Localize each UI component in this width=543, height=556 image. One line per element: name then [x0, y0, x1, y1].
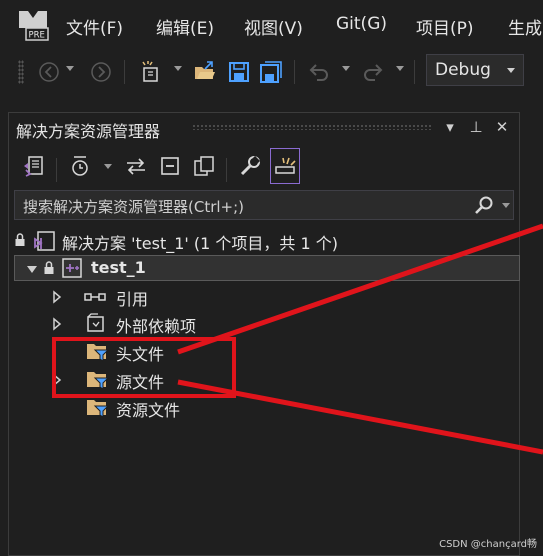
annotation-arrows [177, 223, 543, 455]
watermark: CSDN @chançard畅 [439, 539, 537, 550]
annotation-line-bottom [177, 379, 543, 455]
annotation-line-top [177, 223, 543, 355]
